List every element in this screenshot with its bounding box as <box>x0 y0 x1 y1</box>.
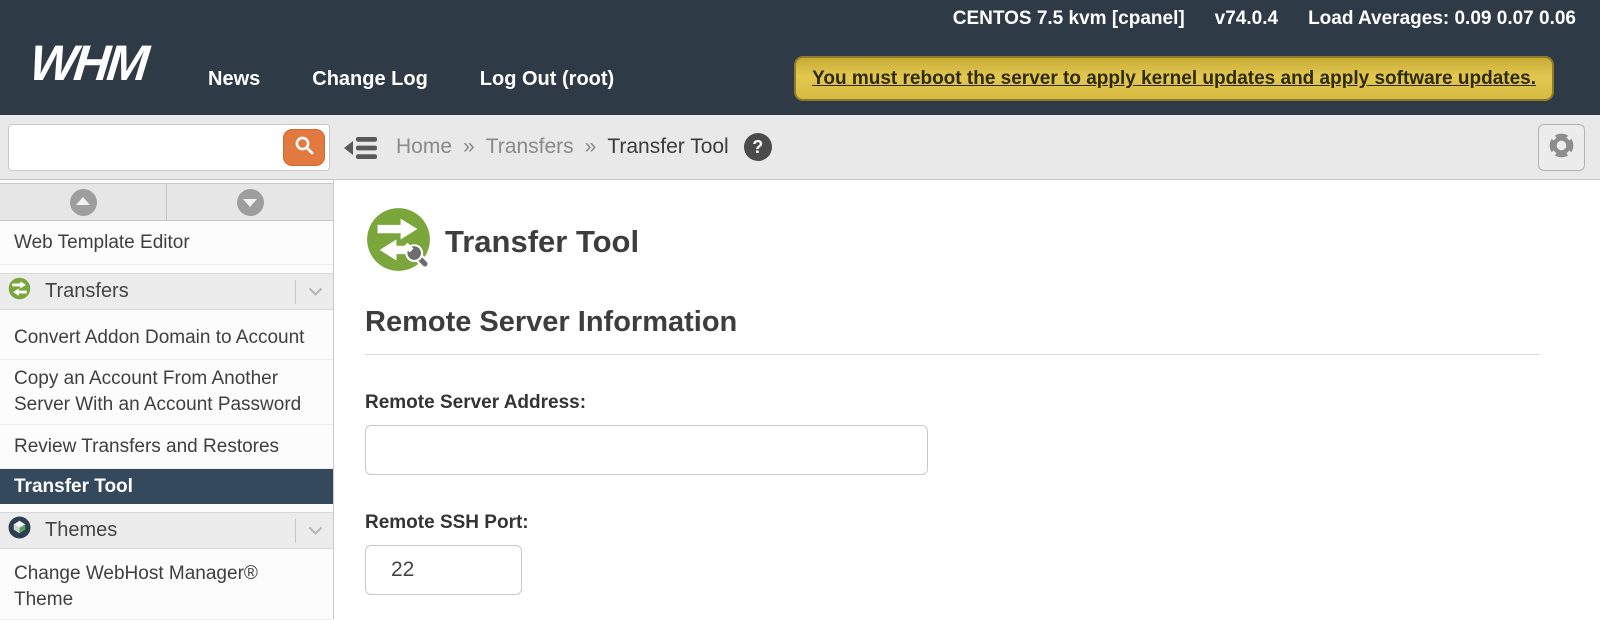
sidebar-scroll-down-button[interactable] <box>166 184 333 220</box>
system-os-label: CENTOS 7.5 kvm [cpanel] <box>953 8 1185 30</box>
page-title: Transfer Tool <box>445 224 639 260</box>
transfer-tool-icon <box>365 206 432 278</box>
nav-changelog-link[interactable]: Change Log <box>312 68 428 91</box>
remote-server-address-input[interactable] <box>365 425 928 475</box>
scroll-down-icon <box>237 189 264 216</box>
nav-news-link[interactable]: News <box>208 68 260 91</box>
sidebar-item-review-transfers[interactable]: Review Transfers and Restores <box>0 425 333 469</box>
header: CENTOS 7.5 kvm [cpanel] v74.0.4 Load Ave… <box>0 0 1600 115</box>
transfers-icon <box>8 277 31 306</box>
search-icon <box>294 135 315 161</box>
section-title: Remote Server Information <box>365 306 1540 355</box>
sidebar-item-label: Transfer Tool <box>14 474 133 500</box>
sidebar-item-web-template-editor[interactable]: Web Template Editor <box>0 221 333 265</box>
life-ring-icon <box>1546 130 1577 166</box>
help-icon[interactable]: ? <box>744 133 772 161</box>
chevron-down-icon <box>308 519 323 542</box>
sidebar-item-label: Convert Addon Domain to Account <box>14 325 304 351</box>
whm-logo[interactable]: WHM <box>27 38 148 88</box>
sidebar-section-transfers[interactable]: Transfers <box>0 273 333 310</box>
collapse-sidebar-icon <box>344 149 380 166</box>
sidebar-item-label: Change WebHost Manager® Theme <box>14 561 319 613</box>
breadcrumb-separator: » <box>463 135 475 159</box>
version-label: v74.0.4 <box>1215 8 1278 30</box>
sidebar-item-copy-account[interactable]: Copy an Account From Another Server With… <box>0 360 333 425</box>
breadcrumb-current-page: Transfer Tool <box>607 135 728 159</box>
sidebar-section-themes[interactable]: Themes <box>0 512 333 549</box>
breadcrumb-bar: Home » Transfers » Transfer Tool ? <box>0 115 1600 180</box>
sidebar-scroll-controls <box>0 183 333 221</box>
themes-icon <box>8 516 31 545</box>
load-averages-label: Load Averages: 0.09 0.07 0.06 <box>1308 8 1576 30</box>
nav-logout-link[interactable]: Log Out (root) <box>480 68 614 91</box>
top-navigation: News Change Log Log Out (root) <box>208 68 614 91</box>
section-divider <box>295 519 296 543</box>
sidebar-item-label: Web Template Editor <box>14 230 190 256</box>
sidebar-section-label: Themes <box>45 519 295 542</box>
support-button[interactable] <box>1538 124 1585 171</box>
sidebar-item-convert-addon-domain[interactable]: Convert Addon Domain to Account <box>0 316 333 360</box>
main-content: Transfer Tool Remote Server Information … <box>334 180 1600 619</box>
sidebar-item-transfer-tool[interactable]: Transfer Tool <box>0 469 333 504</box>
remote-ssh-port-input[interactable] <box>365 545 522 595</box>
chevron-down-icon <box>308 280 323 303</box>
search-box <box>8 124 330 171</box>
reboot-alert-banner[interactable]: You must reboot the server to apply kern… <box>794 56 1554 101</box>
scroll-up-icon <box>70 189 97 216</box>
breadcrumb: Home » Transfers » Transfer Tool ? <box>396 115 772 179</box>
section-divider <box>295 280 296 304</box>
sidebar-item-label: Copy an Account From Another Server With… <box>14 366 314 418</box>
sidebar-item-change-whm-theme[interactable]: Change WebHost Manager® Theme <box>0 555 333 620</box>
sidebar-scroll-up-button[interactable] <box>0 184 166 220</box>
sidebar-section-label: Transfers <box>45 280 295 303</box>
system-info-bar: CENTOS 7.5 kvm [cpanel] v74.0.4 Load Ave… <box>953 8 1576 30</box>
breadcrumb-transfers-link[interactable]: Transfers <box>486 135 574 159</box>
sidebar: Web Template Editor Transfers Convert Ad… <box>0 180 334 619</box>
sidebar-item-label: Review Transfers and Restores <box>14 434 279 460</box>
remote-ssh-port-label: Remote SSH Port: <box>365 512 1540 534</box>
remote-server-address-label: Remote Server Address: <box>365 392 1540 414</box>
breadcrumb-home-link[interactable]: Home <box>396 135 452 159</box>
collapse-sidebar-button[interactable] <box>344 134 380 167</box>
search-button[interactable] <box>283 129 325 166</box>
search-input[interactable] <box>9 125 329 170</box>
breadcrumb-separator: » <box>585 135 597 159</box>
